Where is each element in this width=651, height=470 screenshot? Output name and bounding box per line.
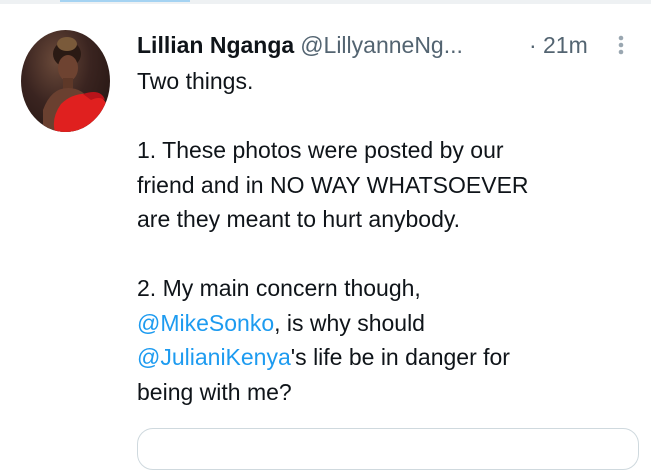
tweet-text-segment: 's life be in danger for bbox=[290, 344, 510, 370]
more-vertical-icon[interactable] bbox=[609, 32, 633, 58]
author-name[interactable]: Lillian Nganga bbox=[137, 32, 294, 58]
tweet-line: @MikeSonko, is why should bbox=[137, 306, 642, 341]
tweet-line: 2. My main concern though, bbox=[137, 275, 421, 301]
mention-julianikenya[interactable]: @JulianiKenya bbox=[137, 344, 291, 370]
paragraph-break bbox=[137, 99, 642, 134]
top-divider bbox=[0, 0, 651, 4]
tweet-timestamp[interactable]: 21m bbox=[543, 30, 588, 60]
quoted-card-edge[interactable] bbox=[137, 428, 639, 470]
tweet-header: Lillian Nganga @LillyanneNg... · 21m bbox=[137, 30, 637, 60]
tweet-line: are they meant to hurt anybody. bbox=[137, 206, 461, 232]
top-divider-accent bbox=[60, 0, 190, 2]
paragraph-break bbox=[137, 237, 642, 272]
tweet-line: @JulianiKenya's life be in danger for bbox=[137, 340, 642, 375]
separator-dot: · bbox=[529, 32, 537, 58]
tweet-text: Two things. 1. These photos were posted … bbox=[137, 64, 642, 409]
author-handle[interactable]: @LillyanneNg... bbox=[300, 32, 463, 58]
tweet-line: Two things. bbox=[137, 68, 254, 94]
tweet-line: friend and in NO WAY WHATSOEVER bbox=[137, 171, 529, 198]
tweet-text-segment: , is why should bbox=[274, 309, 425, 336]
tweet-line: being with me? bbox=[137, 378, 292, 405]
avatar-photo bbox=[43, 37, 108, 132]
tweet-line: 1. These photos were posted by our bbox=[137, 137, 504, 163]
mention-mikesonko[interactable]: @MikeSonko bbox=[137, 310, 274, 336]
avatar[interactable] bbox=[21, 30, 110, 132]
